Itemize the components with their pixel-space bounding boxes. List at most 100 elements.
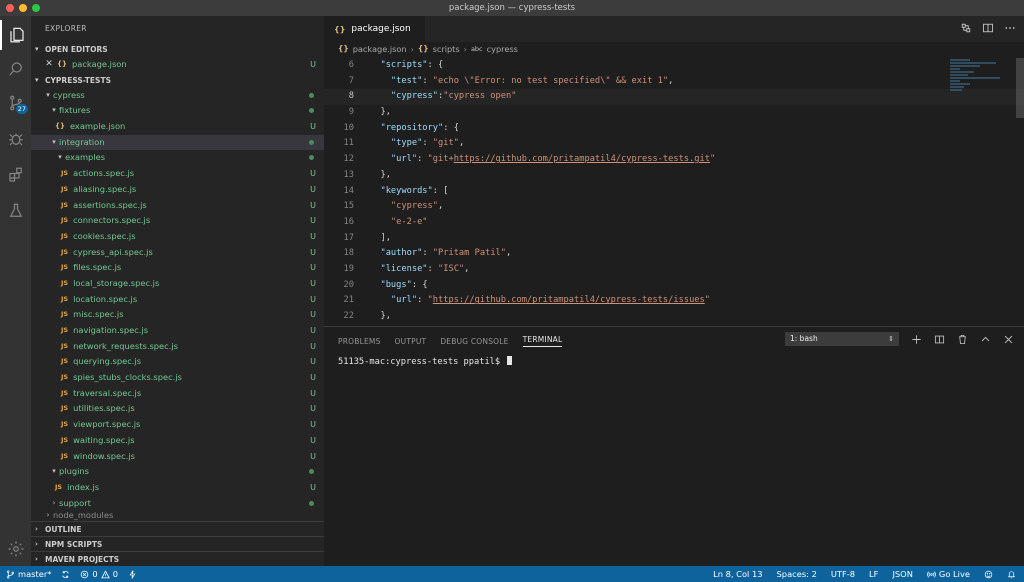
minimize-window-button[interactable] bbox=[19, 4, 27, 12]
code-line[interactable]: 15 "cypress", bbox=[324, 199, 1024, 215]
project-section[interactable]: ▾ CYPRESS-TESTS bbox=[31, 73, 324, 88]
code-line[interactable]: 14 "keywords": [ bbox=[324, 184, 1024, 200]
extensions-activity-icon[interactable] bbox=[0, 160, 31, 190]
code-line[interactable]: 18 "author": "Pritam Patil", bbox=[324, 246, 1024, 262]
open-changes-icon[interactable] bbox=[960, 22, 972, 34]
tree-file[interactable]: JS files.spec.js U bbox=[31, 260, 324, 276]
settings-gear-icon[interactable] bbox=[0, 534, 31, 564]
code-line[interactable]: 13 }, bbox=[324, 168, 1024, 184]
cursor-position[interactable]: Ln 8, Col 13 bbox=[713, 569, 762, 579]
tree-file[interactable]: JS index.js U bbox=[31, 480, 324, 496]
code-line[interactable]: 7 "test": "echo \"Error: no test specifi… bbox=[324, 74, 1024, 90]
feedback-button[interactable] bbox=[984, 570, 993, 579]
tree-folder[interactable]: ▾ fixtures bbox=[31, 103, 324, 119]
code-line[interactable]: 20 "bugs": { bbox=[324, 278, 1024, 294]
npm-scripts-section[interactable]: › NPM SCRIPTS bbox=[31, 536, 324, 551]
code-line[interactable]: 19 "license": "ISC", bbox=[324, 262, 1024, 278]
panel-tab-output[interactable]: OUTPUT bbox=[395, 337, 427, 346]
zoom-window-button[interactable] bbox=[32, 4, 40, 12]
code-line[interactable]: 12 "url": "git+ https://github.com/pritam… bbox=[324, 152, 1024, 168]
tree-file[interactable]: JS cookies.spec.js U bbox=[31, 229, 324, 245]
go-live-button[interactable]: Go Live bbox=[927, 569, 970, 579]
debug-activity-icon[interactable] bbox=[0, 124, 31, 154]
language-mode[interactable]: JSON bbox=[892, 569, 912, 579]
open-editor-item[interactable]: ✕ {} package.json U bbox=[31, 57, 324, 73]
tree-folder[interactable]: ▾ plugins bbox=[31, 464, 324, 480]
new-terminal-plus-icon[interactable] bbox=[911, 334, 922, 345]
line-number: 12 bbox=[343, 154, 354, 165]
code-line[interactable]: 10 "repository": { bbox=[324, 121, 1024, 137]
indentation[interactable]: Spaces: 2 bbox=[777, 569, 817, 579]
tree-file[interactable]: JS waiting.spec.js U bbox=[31, 433, 324, 449]
end-of-line[interactable]: LF bbox=[869, 569, 878, 579]
tree-file[interactable]: JS local_storage.spec.js U bbox=[31, 276, 324, 292]
code-line[interactable]: 8 "cypress": "cypress open" bbox=[324, 89, 1024, 105]
tree-file[interactable]: JS viewport.spec.js U bbox=[31, 417, 324, 433]
explorer-activity-icon[interactable] bbox=[0, 20, 31, 50]
source-control-activity-icon[interactable]: 27 bbox=[0, 88, 31, 118]
sync-status[interactable] bbox=[61, 570, 70, 579]
tree-file[interactable]: JS navigation.spec.js U bbox=[31, 323, 324, 339]
tree-file[interactable]: JS window.spec.js U bbox=[31, 449, 324, 465]
tree-folder[interactable]: ▾ cypress bbox=[31, 88, 324, 104]
tree-file[interactable]: JS cypress_api.spec.js U bbox=[31, 245, 324, 261]
tree-file[interactable]: JS connectors.spec.js U bbox=[31, 213, 324, 229]
tree-file[interactable]: JS misc.spec.js U bbox=[31, 307, 324, 323]
code-editor[interactable]: 6 "scripts": {7 "test": "echo \"Error: n… bbox=[324, 58, 1024, 326]
panel-tab-debug-console[interactable]: DEBUG CONSOLE bbox=[440, 337, 508, 346]
panel-tab-terminal[interactable]: TERMINAL bbox=[522, 335, 563, 347]
branch-status[interactable]: master* bbox=[6, 569, 51, 579]
breadcrumb-cypress[interactable]: cypress bbox=[487, 42, 518, 56]
outline-section[interactable]: › OUTLINE bbox=[31, 521, 324, 536]
encoding[interactable]: UTF-8 bbox=[831, 569, 855, 579]
code-line[interactable]: 16 "e-2-e" bbox=[324, 215, 1024, 231]
tree-file[interactable]: JS network_requests.spec.js U bbox=[31, 339, 324, 355]
maven-projects-section[interactable]: › MAVEN PROJECTS bbox=[31, 551, 324, 566]
code-line[interactable]: 17 ], bbox=[324, 231, 1024, 247]
tree-folder[interactable]: ▾ integration bbox=[31, 134, 324, 151]
search-activity-icon[interactable] bbox=[0, 54, 31, 84]
code-line[interactable]: 22 }, bbox=[324, 309, 1024, 325]
tree-file[interactable]: JS location.spec.js U bbox=[31, 292, 324, 308]
problems-status[interactable]: 0 0 bbox=[80, 569, 118, 579]
minimap[interactable] bbox=[950, 58, 1010, 108]
tree-file[interactable]: JS utilities.spec.js U bbox=[31, 401, 324, 417]
notifications-button[interactable] bbox=[1007, 570, 1016, 579]
lightning-status[interactable] bbox=[128, 569, 137, 579]
code-link[interactable]: https://github.com/pritampatil4/cypress-… bbox=[454, 152, 710, 168]
split-editor-icon[interactable] bbox=[982, 22, 994, 34]
close-icon[interactable]: ✕ bbox=[43, 57, 55, 73]
code-line[interactable]: 9 }, bbox=[324, 105, 1024, 121]
code-line[interactable]: 21 "url": " https://github.com/pritampati… bbox=[324, 293, 1024, 309]
breadcrumb-scripts[interactable]: scripts bbox=[433, 42, 460, 56]
open-editors-section[interactable]: ▾ OPEN EDITORS bbox=[31, 42, 324, 57]
tree-folder[interactable]: › node_modules bbox=[31, 511, 324, 521]
terminal-select[interactable]: 1: bash ⇕ bbox=[785, 332, 899, 346]
close-window-button[interactable] bbox=[6, 4, 14, 12]
code-link[interactable]: https://github.com/pritampatil4/cypress-… bbox=[433, 293, 705, 309]
more-actions-icon[interactable] bbox=[1004, 22, 1016, 34]
tree-file[interactable]: {} example.json U bbox=[31, 119, 324, 135]
modified-dot bbox=[309, 92, 314, 98]
chevron-up-icon[interactable] bbox=[980, 334, 991, 345]
split-terminal-icon[interactable] bbox=[934, 334, 945, 345]
code-line[interactable]: 6 "scripts": { bbox=[324, 58, 1024, 74]
tree-file[interactable]: JS traversal.spec.js U bbox=[31, 386, 324, 402]
code-line[interactable]: 11 "type": "git", bbox=[324, 136, 1024, 152]
terminal-output[interactable]: 51135-mac:cypress-tests ppatil$ bbox=[338, 356, 513, 367]
breadcrumb-file[interactable]: package.json bbox=[353, 42, 407, 56]
tree-file[interactable]: JS actions.spec.js U bbox=[31, 166, 324, 182]
trash-icon[interactable] bbox=[957, 334, 968, 345]
tree-file[interactable]: JS assertions.spec.js U bbox=[31, 198, 324, 214]
chevron-updown-icon: ⇕ bbox=[888, 335, 894, 343]
panel-tab-problems[interactable]: PROBLEMS bbox=[338, 337, 381, 346]
tree-file[interactable]: JS spies_stubs_clocks.spec.js U bbox=[31, 370, 324, 386]
tree-folder[interactable]: ▾ examples bbox=[31, 150, 324, 166]
tree-folder[interactable]: › support bbox=[31, 496, 324, 512]
testing-activity-icon[interactable] bbox=[0, 196, 31, 226]
editor-scrollbar[interactable] bbox=[1016, 58, 1024, 118]
tree-file[interactable]: JS aliasing.spec.js U bbox=[31, 182, 324, 198]
tree-file[interactable]: JS querying.spec.js U bbox=[31, 354, 324, 370]
close-panel-icon[interactable] bbox=[1003, 334, 1014, 345]
editor-tab-package-json[interactable]: {} package.json bbox=[324, 16, 425, 42]
